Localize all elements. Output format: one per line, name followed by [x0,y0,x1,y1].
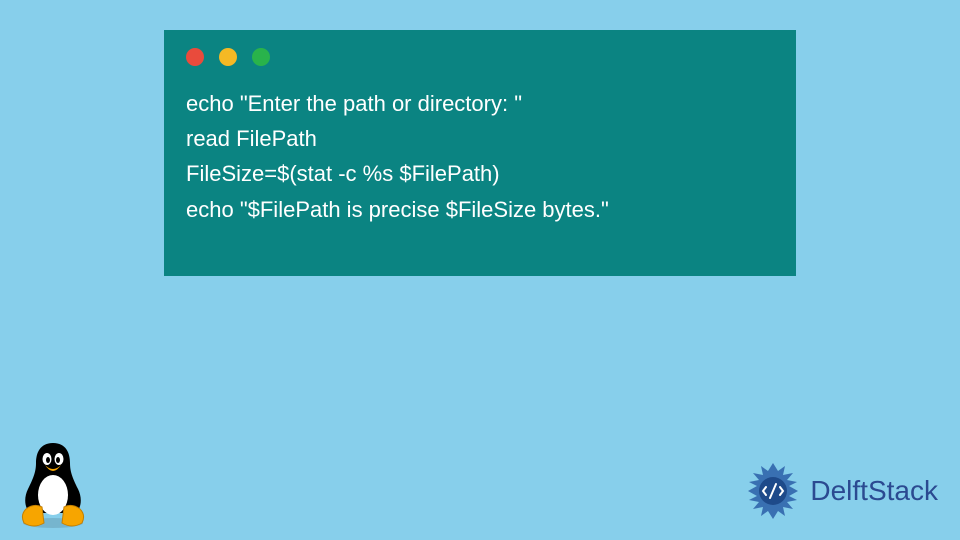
minimize-icon [219,48,237,66]
code-line: echo "Enter the path or directory: " [186,91,522,116]
terminal-window: echo "Enter the path or directory: " rea… [164,30,796,276]
brand-name: DelftStack [810,475,938,507]
code-line: read FilePath [186,126,317,151]
code-block: echo "Enter the path or directory: " rea… [186,86,774,227]
maximize-icon [252,48,270,66]
brand-watermark: DelftStack [742,460,938,522]
brand-logo-icon [742,460,804,522]
code-line: FileSize=$(stat -c %s $FilePath) [186,161,500,186]
window-controls [186,48,774,66]
linux-tux-icon [14,437,92,534]
close-icon [186,48,204,66]
code-line: echo "$FilePath is precise $FileSize byt… [186,197,609,222]
